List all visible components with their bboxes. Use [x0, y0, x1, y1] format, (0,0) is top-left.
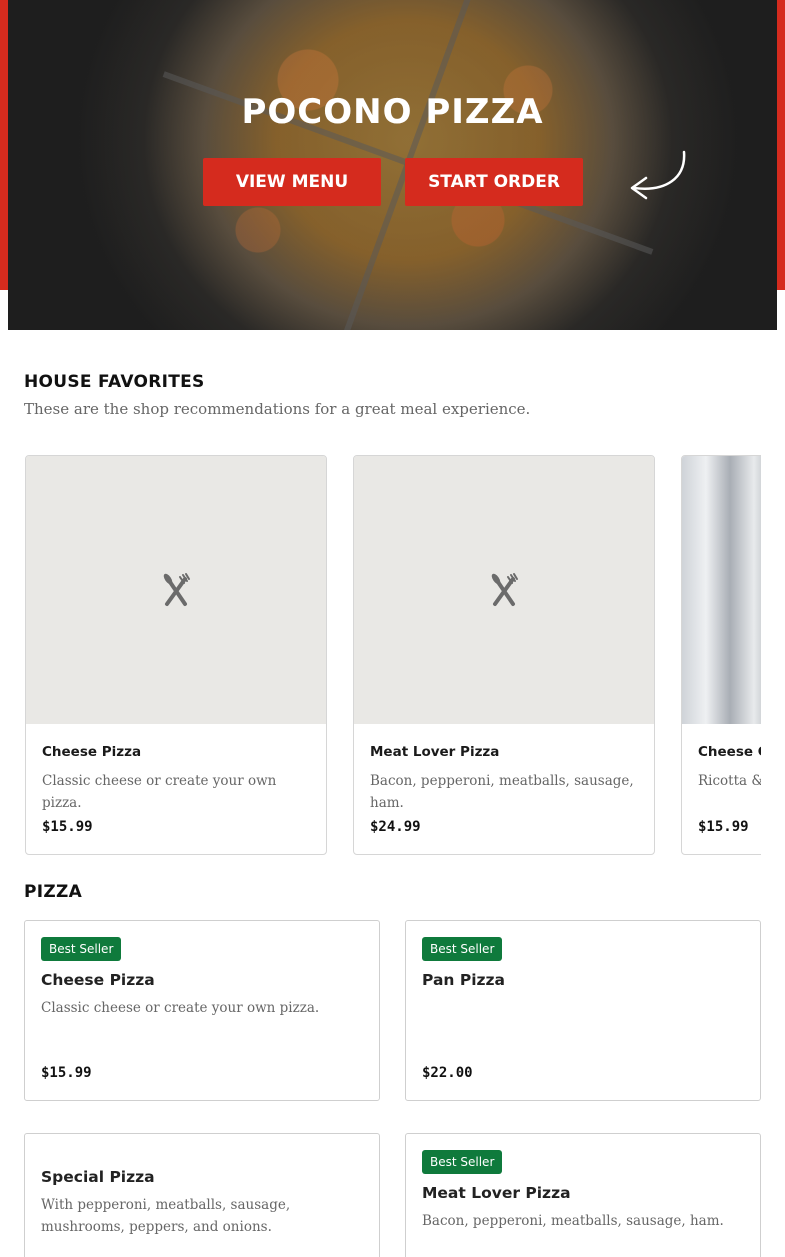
best-seller-badge: Best Seller — [41, 937, 122, 961]
menu-item-card[interactable]: Best Seller Meat Lover Pizza Bacon, pepp… — [405, 1133, 761, 1257]
best-seller-badge: Best Seller — [422, 1150, 503, 1174]
menu-item-description: With pepperoni, meatballs, sausage, mush… — [41, 1197, 291, 1235]
menu-item-name: Special Pizza — [41, 1168, 155, 1186]
favorite-item-description: Classic cheese or create your own pizza. — [42, 773, 277, 811]
best-seller-badge: Best Seller — [422, 937, 503, 961]
view-menu-button[interactable]: VIEW MENU — [203, 158, 381, 206]
pizza-heading: PIZZA — [24, 882, 83, 902]
favorite-item-name: Cheese Pizza — [42, 744, 142, 760]
item-photo — [682, 456, 761, 724]
favorite-item-description: Bacon, pepperoni, meatballs, sausage, ha… — [370, 773, 634, 811]
favorite-item-price: $24.99 — [370, 819, 421, 835]
menu-item-card[interactable]: Best Seller Cheese Pizza Classic cheese … — [24, 920, 380, 1101]
favorite-item-name: Cheese C — [698, 744, 761, 760]
house-favorites-heading: HOUSE FAVORITES — [24, 372, 205, 392]
menu-item-price: $22.00 — [422, 1065, 473, 1081]
favorite-item-name: Meat Lover Pizza — [370, 744, 500, 760]
favorite-item-price: $15.99 — [42, 819, 93, 835]
item-image-placeholder — [354, 456, 654, 724]
item-image-placeholder — [26, 456, 326, 724]
curved-arrow-icon — [630, 150, 686, 200]
utensils-icon — [491, 573, 518, 606]
menu-item-price: $15.99 — [41, 1065, 92, 1081]
favorite-card[interactable]: Cheese C Ricotta & $15.99 — [681, 455, 761, 855]
menu-item-card[interactable]: Best Seller Pan Pizza $22.00 — [405, 920, 761, 1101]
menu-item-name: Cheese Pizza — [41, 971, 155, 989]
favorite-card[interactable]: Cheese Pizza Classic cheese or create yo… — [25, 455, 327, 855]
menu-item-description: Classic cheese or create your own pizza. — [41, 1000, 320, 1016]
favorite-item-price: $15.99 — [698, 819, 749, 835]
menu-item-name: Pan Pizza — [422, 971, 506, 989]
menu-item-description: Bacon, pepperoni, meatballs, sausage, ha… — [422, 1213, 724, 1229]
start-order-button[interactable]: START ORDER — [405, 158, 583, 206]
menu-item-name: Meat Lover Pizza — [422, 1184, 571, 1202]
favorites-carousel[interactable]: Cheese Pizza Classic cheese or create yo… — [25, 455, 761, 855]
restaurant-title: POCONO PIZZA — [241, 92, 544, 132]
utensils-icon — [163, 573, 190, 606]
favorite-item-description: Ricotta & — [698, 773, 761, 789]
menu-item-card[interactable]: Special Pizza With pepperoni, meatballs,… — [24, 1133, 380, 1257]
house-favorites-subtitle: These are the shop recommendations for a… — [24, 400, 531, 418]
favorite-card[interactable]: Meat Lover Pizza Bacon, pepperoni, meatb… — [353, 455, 655, 855]
